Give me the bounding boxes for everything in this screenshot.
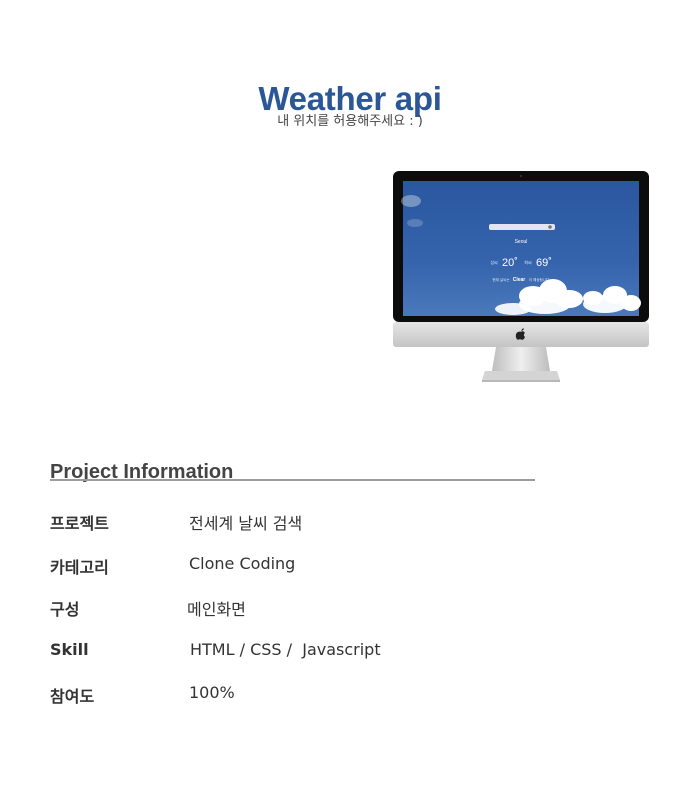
preview-temp-f: 69˚	[536, 257, 552, 269]
info-label-category: 카테고리	[50, 558, 109, 577]
info-label-project: 프로젝트	[50, 514, 109, 533]
preview-status-main: Clear	[513, 277, 526, 283]
info-label-contribution: 참여도	[50, 687, 95, 706]
preview-status-left: 현재 날씨는	[492, 277, 510, 282]
monitor-stand	[492, 347, 550, 371]
info-value-category: Clone Coding	[189, 554, 296, 573]
monitor-graphic: Seoul 섭씨 20˚ 화씨 69˚ 현재 날씨는 Clear 이 예상됩니다	[393, 171, 649, 382]
preview-temp-c: 20˚	[502, 257, 518, 269]
info-value-project: 전세계 날씨 검색	[189, 514, 303, 533]
info-label-skill: Skill	[50, 640, 89, 659]
info-label-composition: 구성	[50, 600, 80, 619]
project-preview-image: Seoul 섭씨 20˚ 화씨 69˚ 현재 날씨는 Clear 이 예상됩니다	[393, 171, 650, 383]
section-divider	[50, 479, 535, 481]
info-value-contribution: 100%	[189, 683, 235, 702]
page-subtitle: 내 위치를 허용해주세요 : )	[277, 114, 423, 129]
search-input-preview	[489, 224, 555, 230]
info-value-composition: 메인화면	[187, 600, 246, 619]
preview-high-label: 화씨	[524, 259, 532, 265]
preview-low-label: 섭씨	[490, 259, 498, 265]
monitor-base	[482, 371, 560, 380]
preview-city: Seoul	[515, 239, 528, 245]
info-value-skill: HTML / CSS / Javascript	[190, 640, 381, 659]
